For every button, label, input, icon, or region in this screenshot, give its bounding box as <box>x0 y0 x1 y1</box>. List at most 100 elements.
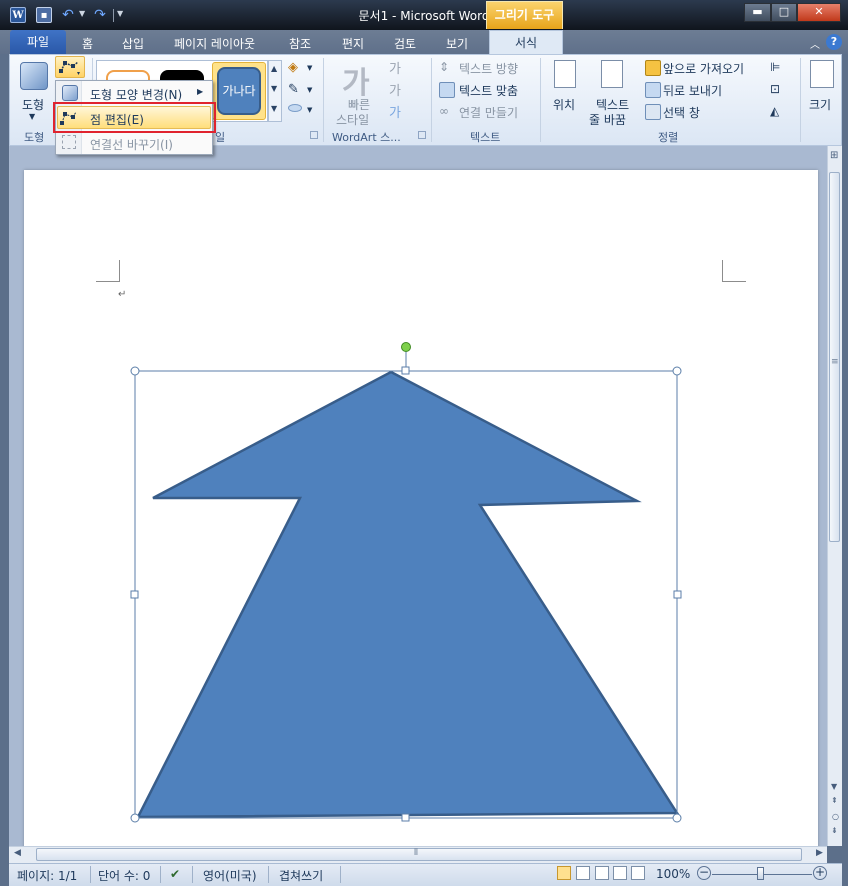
gallery-down-icon[interactable]: ▼ <box>271 84 277 93</box>
ruler-toggle-icon[interactable]: ⊞ <box>830 150 838 161</box>
tab-insert[interactable]: 삽입 <box>122 35 144 52</box>
align-icon[interactable]: ⊫ <box>770 60 780 74</box>
gallery-up-icon[interactable]: ▲ <box>271 64 277 73</box>
position-icon[interactable] <box>554 60 576 88</box>
text-direction-button[interactable]: 텍스트 방향 <box>459 60 518 77</box>
gallery-more-icon[interactable]: ▼ <box>271 104 277 113</box>
annotation-highlight-box <box>53 102 216 133</box>
divider <box>268 866 269 883</box>
tab-home[interactable]: 홈 <box>82 35 93 52</box>
tab-review[interactable]: 검토 <box>394 35 416 52</box>
tab-view[interactable]: 보기 <box>446 35 468 52</box>
size-icon[interactable] <box>810 60 834 88</box>
drawing-tools-context-title: 그리기 도구 <box>486 1 563 29</box>
dialog-launcher-icon[interactable] <box>310 131 318 139</box>
overtype-mode[interactable]: 겹쳐쓰기 <box>279 867 323 884</box>
divider <box>90 866 91 883</box>
insert-shapes-label[interactable]: 도형 <box>22 96 44 113</box>
paragraph-mark: ↵ <box>118 289 127 300</box>
divider <box>160 866 161 883</box>
divider <box>340 866 341 883</box>
group-icon[interactable]: ⊡ <box>770 82 780 96</box>
change-shape-icon <box>62 85 78 101</box>
browse-object-icon[interactable]: ○ <box>832 812 839 821</box>
zoom-slider-thumb[interactable] <box>757 867 764 880</box>
window-title: 문서1 - Microsoft Word <box>358 9 490 23</box>
divider <box>323 58 324 142</box>
proofing-icon[interactable]: ✔ <box>170 867 180 881</box>
bring-forward-button[interactable]: 앞으로 가져오기 <box>663 60 744 77</box>
collapse-ribbon-icon[interactable]: ︿ <box>810 36 820 51</box>
previous-page-icon[interactable]: ⇞ <box>831 796 838 805</box>
shape-style-blue-fill[interactable]: 가나다 <box>217 67 261 115</box>
language[interactable]: 영어(미국) <box>203 867 257 884</box>
divider <box>540 58 541 142</box>
maximize-button[interactable]: □ <box>771 3 797 22</box>
grip-icon: ≡ <box>831 357 839 367</box>
wordart-group-label: WordArt 스... <box>332 131 401 144</box>
tab-page-layout[interactable]: 페이지 레이아웃 <box>174 35 255 52</box>
chevron-down-icon[interactable]: ▼ <box>29 112 35 121</box>
print-layout-view-icon[interactable] <box>557 866 571 880</box>
text-fill-icon[interactable]: 가 <box>389 58 401 77</box>
divider <box>431 58 432 142</box>
zoom-in-icon[interactable]: + <box>813 866 827 880</box>
tab-file[interactable]: 파일 <box>10 30 66 54</box>
tab-mailings[interactable]: 편지 <box>342 35 364 52</box>
shape-outline-icon[interactable]: ✎ <box>288 82 299 97</box>
outline-view-icon[interactable] <box>613 866 627 880</box>
document-page[interactable] <box>24 170 818 850</box>
web-layout-view-icon[interactable] <box>595 866 609 880</box>
edit-shape-button[interactable]: ▾ <box>55 56 85 78</box>
draft-view-icon[interactable] <box>631 866 645 880</box>
tab-format[interactable]: 서식 <box>489 30 563 55</box>
rotate-icon[interactable]: ◭ <box>770 104 779 118</box>
reroute-connectors-icon <box>62 135 76 149</box>
minimize-button[interactable]: ▬ <box>744 3 771 22</box>
tab-references[interactable]: 참조 <box>289 35 311 52</box>
arrange-group-label: 정렬 <box>658 131 679 144</box>
margin-corner-mark <box>96 260 120 282</box>
send-backward-button[interactable]: 뒤로 보내기 <box>663 82 722 99</box>
scroll-down-icon[interactable]: ▼ <box>831 782 837 791</box>
next-page-icon[interactable]: ⇟ <box>831 826 838 835</box>
text-outline-icon[interactable]: 가 <box>389 80 401 99</box>
grip-icon: ⦀ <box>414 848 418 858</box>
chevron-down-icon[interactable]: ▼ <box>307 86 312 94</box>
close-button[interactable]: ✕ <box>797 3 841 22</box>
help-icon[interactable]: ? <box>826 34 842 50</box>
dialog-launcher-icon[interactable] <box>418 131 426 139</box>
scroll-right-icon[interactable]: ▶ <box>816 848 823 858</box>
selection-pane-button[interactable]: 선택 창 <box>663 104 700 121</box>
scroll-left-icon[interactable]: ◀ <box>14 848 21 858</box>
full-screen-reading-view-icon[interactable] <box>576 866 590 880</box>
page-count[interactable]: 페이지: 1/1 <box>17 867 77 884</box>
size-button[interactable]: 크기 <box>809 96 831 113</box>
menu-item-reroute-connectors[interactable]: 연결선 바꾸기(I) <box>90 136 173 153</box>
zoom-level[interactable]: 100% <box>656 867 690 881</box>
chevron-down-icon[interactable]: ▼ <box>307 106 312 114</box>
word-count[interactable]: 단어 수: 0 <box>98 867 150 884</box>
wrap-text-icon[interactable] <box>601 60 623 88</box>
horizontal-scroll-thumb[interactable] <box>36 848 802 861</box>
shapes-group-label: 도형 <box>24 131 45 144</box>
text-effects-icon[interactable]: 가 <box>389 102 401 121</box>
link-icon: ∞ <box>439 104 449 118</box>
chevron-down-icon[interactable]: ▼ <box>307 64 312 72</box>
menu-item-change-shape[interactable]: 도형 모양 변경(N) <box>90 86 182 103</box>
send-backward-icon <box>645 82 661 98</box>
quick-styles-label-2[interactable]: 스타일 <box>336 111 369 128</box>
zoom-out-icon[interactable]: − <box>697 866 711 880</box>
text-direction-icon: ⇕ <box>439 60 450 74</box>
text-group-label: 텍스트 <box>470 131 501 144</box>
align-text-button[interactable]: 텍스트 맞춤 <box>459 82 518 99</box>
create-link-button[interactable]: 연결 만들기 <box>459 104 518 121</box>
align-text-icon <box>439 82 455 98</box>
shape-effects-icon[interactable] <box>288 104 302 112</box>
insert-shapes-icon[interactable] <box>20 62 48 90</box>
wrap-text-label-2[interactable]: 줄 바꿈 <box>589 111 626 128</box>
submenu-arrow-icon: ▶ <box>197 87 204 96</box>
shape-fill-icon[interactable]: ◈ <box>288 60 298 75</box>
position-button[interactable]: 위치 <box>553 96 575 113</box>
divider <box>192 866 193 883</box>
